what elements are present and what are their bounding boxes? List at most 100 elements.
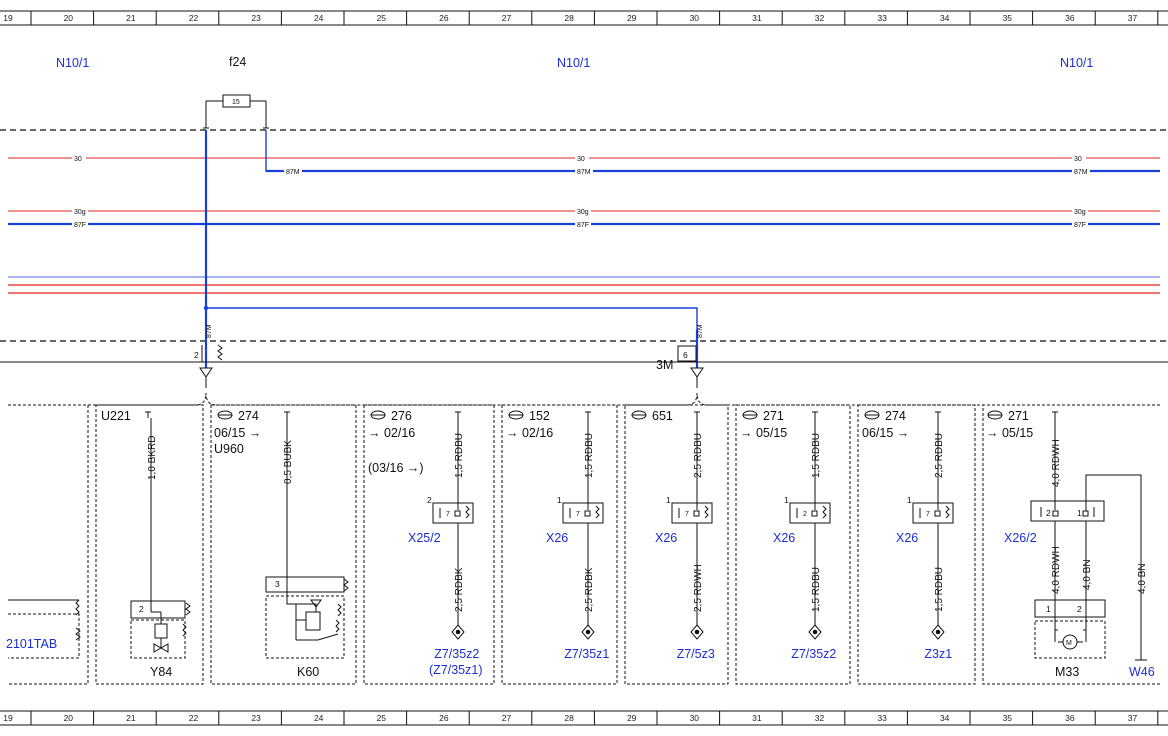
module-wire-top: 2,5 RDBU bbox=[934, 433, 945, 478]
branch-wire bbox=[206, 307, 698, 368]
module-inner-pin: 7 bbox=[446, 511, 450, 518]
m33-wiring bbox=[1030, 411, 1147, 661]
module-connector: X26 bbox=[546, 531, 568, 545]
y84-component: Y84 bbox=[150, 665, 172, 679]
top-ruler-label-24: 24 bbox=[314, 13, 324, 23]
bus-30-label-3: 30 bbox=[1074, 156, 1082, 163]
top-ruler-label-34: 34 bbox=[940, 13, 950, 23]
bottom-ruler-label-20: 20 bbox=[64, 713, 74, 723]
module-m276: 276 → 02/16 (03/16 →) 1,5 RDBU 2 7 X25/2 2,5 RD… bbox=[368, 409, 483, 677]
bottom-ruler bbox=[0, 710, 1168, 726]
bus-87m-label-2: 87M bbox=[577, 169, 591, 176]
k60-info-icon bbox=[217, 410, 233, 420]
wiring-diagram: 19 20 21 22 23 24 25 26 27 28 29 30 31 32 33 34 35 36 37 1… bbox=[0, 0, 1168, 736]
bus-30g-label-2: 30g bbox=[577, 209, 589, 216]
bottom-ruler-label-25: 25 bbox=[377, 713, 387, 723]
bus-30g-label-1: 30g bbox=[74, 209, 86, 216]
top-ruler-label-29: 29 bbox=[627, 13, 637, 23]
bus-87m-label-3: 87M bbox=[1074, 169, 1088, 176]
module-inner-pin: 7 bbox=[685, 511, 689, 518]
module-m152: 152 → 02/16 1,5 RDBU 1 7 X26 2,5 RDBK Z7/35z1 bbox=[506, 409, 609, 661]
bottom-ruler-label-31: 31 bbox=[752, 713, 762, 723]
right-connector bbox=[677, 345, 704, 388]
module-wire-bottom: 1,5 RDBU bbox=[811, 567, 822, 612]
bus-87f-label-1: 87F bbox=[74, 222, 86, 229]
module-date: → 02/16 bbox=[368, 426, 415, 440]
bottom-ruler-label-24: 24 bbox=[314, 713, 324, 723]
module-date-secondary: (03/16 →) bbox=[368, 461, 424, 475]
module-code: 651 bbox=[652, 409, 673, 423]
m33-connector: X26/2 bbox=[1004, 531, 1037, 545]
top-ruler-label-37: 37 bbox=[1128, 13, 1138, 23]
top-ruler-label-27: 27 bbox=[502, 13, 512, 23]
module-inner-pin: 7 bbox=[926, 511, 930, 518]
top-ruler-label-26: 26 bbox=[439, 13, 449, 23]
y84-pin: 2 bbox=[139, 604, 144, 614]
y84-wiring bbox=[130, 411, 191, 659]
module-date: → 05/15 bbox=[740, 426, 787, 440]
bus-30-label-1: 30 bbox=[74, 156, 82, 163]
w46-component: W46 bbox=[1129, 665, 1155, 679]
top-ruler-label-36: 36 bbox=[1065, 13, 1075, 23]
module-connector: X26 bbox=[773, 531, 795, 545]
module-wire-bottom: 2,5 RDBK bbox=[454, 567, 465, 612]
top-ruler-label-33: 33 bbox=[877, 13, 887, 23]
bottom-ruler-label-34: 34 bbox=[940, 713, 950, 723]
top-ruler-ticks bbox=[30, 11, 1159, 25]
k60-code: 274 bbox=[238, 409, 259, 423]
module-code: 271 bbox=[763, 409, 784, 423]
left-connector-wire-label: 87M bbox=[206, 324, 213, 338]
module-plug-pin: 1 bbox=[907, 495, 912, 505]
module-wire-top: 1,5 RDBU bbox=[811, 433, 822, 478]
left-connector-pin: 2 bbox=[194, 350, 199, 360]
top-ruler-label-32: 32 bbox=[815, 13, 825, 23]
module-ground-secondary: (Z7/35z1) bbox=[429, 663, 483, 677]
module-connector: X26 bbox=[896, 531, 918, 545]
bottom-ruler-label-29: 29 bbox=[627, 713, 637, 723]
module-inner-pin: 2 bbox=[803, 511, 807, 518]
right-connector-ref: 3M bbox=[656, 358, 673, 372]
bottom-ruler-labels: 19 20 21 22 23 24 25 26 27 28 29 30 31 32 33 34 35 36 37 bbox=[3, 713, 1137, 723]
module-wiring bbox=[562, 411, 604, 640]
module-ground: Z7/35z1 bbox=[564, 647, 609, 661]
module-wiring bbox=[432, 411, 474, 640]
module-wire-top: 2,5 RDBU bbox=[693, 433, 704, 478]
m33-component: M33 bbox=[1055, 665, 1079, 679]
module-inner-pin: 7 bbox=[576, 511, 580, 518]
module-connector: X26 bbox=[655, 531, 677, 545]
distribution-brace bbox=[8, 392, 1160, 406]
bottom-ruler-label-32: 32 bbox=[815, 713, 825, 723]
module-wiring bbox=[912, 411, 954, 640]
top-ruler-label-23: 23 bbox=[251, 13, 261, 23]
k60-wiring bbox=[265, 411, 349, 659]
module-wire-top: 1,5 RDBU bbox=[584, 433, 595, 478]
wiring-diagram-canvas: 19 20 21 22 23 24 25 26 27 28 29 30 31 32 33 34 35 36 37 1… bbox=[0, 10, 1168, 726]
bottom-ruler-ticks bbox=[30, 711, 1159, 725]
m33-date: → 05/15 bbox=[986, 426, 1033, 440]
bottom-ruler-label-28: 28 bbox=[564, 713, 574, 723]
module-m274: 274 06/15 → 2,5 RDBU 1 7 X26 1,5 RDBU Z3z1 bbox=[862, 409, 954, 661]
module-code: 276 bbox=[391, 409, 412, 423]
bus-87f-label-2: 87F bbox=[577, 222, 589, 229]
bottom-ruler-label-22: 22 bbox=[189, 713, 199, 723]
bottom-ruler-label-37: 37 bbox=[1128, 713, 1138, 723]
module-wiring bbox=[671, 411, 713, 640]
module-wire-bottom: 2,5 RDBK bbox=[584, 567, 595, 612]
module-date: → 02/16 bbox=[506, 426, 553, 440]
m33-plug-pin-a: 2 bbox=[1046, 508, 1051, 518]
module-code: 274 bbox=[885, 409, 906, 423]
k60-sub: U960 bbox=[214, 442, 244, 456]
left-connector bbox=[199, 344, 223, 388]
top-ruler-label-25: 25 bbox=[377, 13, 387, 23]
module-wire-bottom: 1,5 RDBU bbox=[934, 567, 945, 612]
k60-pin: 3 bbox=[275, 579, 280, 589]
w46-wire-label: 4,0 BN bbox=[1137, 563, 1148, 594]
top-ruler-label-35: 35 bbox=[1003, 13, 1013, 23]
module-plug-pin: 2 bbox=[427, 495, 432, 505]
top-ruler-labels: 19 20 21 22 23 24 25 26 27 28 29 30 31 32 33 34 35 36 37 bbox=[3, 13, 1137, 23]
bottom-ruler-label-35: 35 bbox=[1003, 713, 1013, 723]
m33-motor-symbol: M bbox=[1066, 640, 1072, 647]
fuse-value-label: 15 bbox=[232, 99, 240, 106]
module-ground: Z7/5z3 bbox=[677, 647, 715, 661]
bottom-ruler-label-26: 26 bbox=[439, 713, 449, 723]
